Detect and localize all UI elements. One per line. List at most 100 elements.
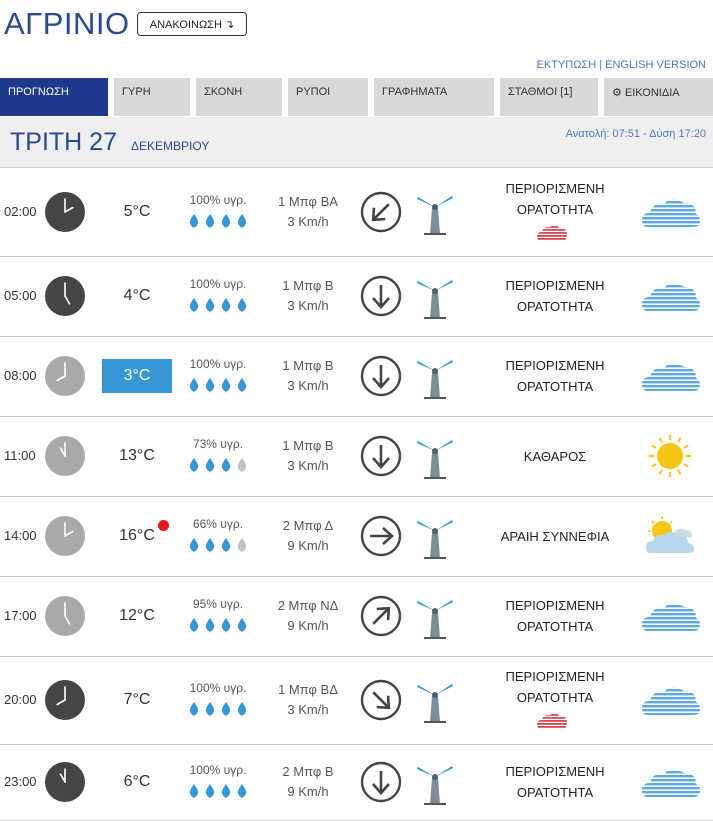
wind-turbine-icon bbox=[412, 354, 458, 402]
tab-graphs[interactable]: ΓΡΑΦΗΜΑΤΑ bbox=[374, 78, 494, 116]
sky-condition: ΠΕΡΙΟΡΙΣΜΕΝΗ ΟΡΑΤΟΤΗΤΑ bbox=[470, 355, 640, 397]
top-links: ΕΚΤΥΠΩΣΗ | ENGLISH VERSION bbox=[537, 59, 706, 71]
wind-speed: 3 Km/h bbox=[287, 702, 329, 717]
clock-icon bbox=[44, 595, 86, 637]
forecast-time: 08:00 bbox=[4, 368, 37, 383]
wind-force: 1 Μπφ ΒΑ bbox=[278, 194, 338, 209]
forecast-time: 14:00 bbox=[4, 528, 37, 543]
temperature: 4°C bbox=[123, 287, 151, 304]
sky-condition: ΠΕΡΙΟΡΙΣΜΕΝΗ ΟΡΑΤΟΤΗΤΑ bbox=[470, 761, 640, 803]
sky-line: ΚΑΘΑΡΟΣ bbox=[523, 449, 587, 464]
wind-speed: 3 Km/h bbox=[287, 458, 329, 473]
arrow-down-left-icon bbox=[359, 190, 403, 234]
forecast-row: 23:00 6°C 100% υγρ. 2 Μπφ Β 9 Km/h ΠΕΡΙΟΡΙΣΜΕ… bbox=[0, 744, 713, 821]
tab-label: ΓΥΡΗ bbox=[122, 86, 151, 98]
wind-turbine-icon bbox=[412, 190, 458, 238]
alert-dot-icon bbox=[158, 520, 169, 531]
tab-stations[interactable]: ΣΤΑΘΜΟΙ [1] bbox=[500, 78, 598, 116]
print-link[interactable]: ΕΚΤΥΠΩΣΗ bbox=[537, 59, 597, 71]
wind-speed: 9 Km/h bbox=[287, 618, 329, 633]
wind-force: 1 Μπφ Β bbox=[282, 278, 334, 293]
english-version-link[interactable]: ENGLISH VERSION bbox=[605, 59, 706, 71]
clock-icon bbox=[44, 435, 86, 477]
sky-line: ΟΡΑΤΟΤΗΤΑ bbox=[516, 299, 594, 314]
sky-line: ΠΕΡΙΟΡΙΣΜΕΝΗ bbox=[505, 278, 605, 293]
wind-info: 1 Μπφ Β 3 Km/h bbox=[268, 276, 348, 316]
wind-turbine-icon bbox=[412, 274, 458, 322]
announcement-button[interactable]: ΑΝΑΚΟΙΝΩΣΗ ↴ bbox=[137, 12, 247, 36]
tab-pollutants[interactable]: ΡΥΠΟΙ bbox=[288, 78, 368, 116]
day-name: ΤΡΙΤΗ 27 bbox=[10, 128, 117, 156]
wind-info: 1 Μπφ Β 3 Km/h bbox=[268, 356, 348, 396]
arrow-down-right-icon bbox=[359, 678, 403, 722]
wind-turbine-icon bbox=[412, 760, 458, 808]
humidity-drops-icon bbox=[187, 701, 251, 717]
sky-condition: ΚΑΘΑΡΟΣ bbox=[470, 446, 640, 467]
wind-turbine-icon bbox=[412, 514, 458, 562]
sky-line: ΟΡΑΤΟΤΗΤΑ bbox=[516, 785, 594, 800]
humidity: 66% υγρ. bbox=[192, 517, 244, 531]
temperature: 7°C bbox=[123, 691, 151, 708]
sky-line: ΟΡΑΤΟΤΗΤΑ bbox=[516, 619, 594, 634]
forecast-row: 17:00 12°C 95% υγρ. 2 Μπφ ΝΔ 9 Km/h ΠΕΡΙΟΡΙΣΜ… bbox=[0, 576, 713, 657]
humidity: 100% υγρ. bbox=[189, 357, 247, 371]
fog-icon bbox=[640, 273, 700, 319]
city-title: ΑΓΡΙΝΙΟ bbox=[4, 6, 130, 41]
temperature: 3°C bbox=[102, 359, 172, 393]
forecast-row: 11:00 13°C 73% υγρ. 1 Μπφ Β 3 Km/h ΚΑΘΑΡΟΣ bbox=[0, 416, 713, 497]
sky-line: ΠΕΡΙΟΡΙΣΜΕΝΗ bbox=[505, 358, 605, 373]
humidity: 100% υγρ. bbox=[189, 763, 247, 777]
wind-info: 1 Μπφ ΒΔ 3 Km/h bbox=[268, 680, 348, 720]
sky-condition: ΠΕΡΙΟΡΙΣΜΕΝΗ ΟΡΑΤΟΤΗΤΑ bbox=[470, 275, 640, 317]
wind-speed: 3 Km/h bbox=[287, 214, 329, 229]
sky-condition: ΠΕΡΙΟΡΙΣΜΕΝΗ ΟΡΑΤΟΤΗΤΑ bbox=[470, 178, 640, 220]
forecast-row: 08:00 3°C 100% υγρ. 1 Μπφ Β 3 Km/h ΠΕΡΙΟΡΙΣΜΕ… bbox=[0, 336, 713, 417]
forecast-time: 05:00 bbox=[4, 288, 37, 303]
tab-pollen[interactable]: ΓΥΡΗ bbox=[114, 78, 190, 116]
fog-icon bbox=[640, 189, 700, 235]
tab-icons[interactable]: ⚙ ΕΙΚΟΝΙΔΙΑ bbox=[604, 78, 713, 116]
fog-icon bbox=[640, 353, 700, 399]
fog-icon bbox=[640, 593, 700, 639]
tab-label: ΡΥΠΟΙ bbox=[296, 86, 331, 98]
wind-force: 2 Μπφ ΝΔ bbox=[277, 598, 339, 613]
sky-condition: ΑΡΑΙΗ ΣΥΝΝΕΦΙΑ bbox=[470, 526, 640, 547]
temperature: 6°C bbox=[123, 773, 151, 790]
sky-line: ΠΕΡΙΟΡΙΣΜΕΝΗ bbox=[505, 181, 605, 196]
sky-line: ΟΡΑΤΟΤΗΤΑ bbox=[516, 202, 594, 217]
wind-turbine-icon bbox=[412, 594, 458, 642]
temperature: 12°C bbox=[119, 607, 155, 624]
clock-icon bbox=[44, 275, 86, 317]
tab-label: ΣΤΑΘΜΟΙ [1] bbox=[508, 86, 573, 98]
humidity-drops-icon bbox=[187, 617, 251, 633]
wind-force: 1 Μπφ ΒΔ bbox=[278, 682, 338, 697]
day-header: ΤΡΙΤΗ 27 ΔΕΚΕΜΒΡΙΟΥ Ανατολή: 07:51 - Δύσ… bbox=[0, 117, 713, 168]
arrow-right-icon bbox=[359, 514, 403, 558]
tab-label: ΣΚΟΝΗ bbox=[204, 86, 243, 98]
humidity-drops-icon bbox=[187, 297, 251, 313]
sky-line: ΟΡΑΤΟΤΗΤΑ bbox=[516, 690, 594, 705]
arrow-down-icon bbox=[359, 354, 403, 398]
fog-icon bbox=[640, 759, 700, 805]
clock-icon bbox=[44, 761, 86, 803]
forecast-time: 02:00 bbox=[4, 204, 37, 219]
humidity-drops-icon bbox=[187, 783, 251, 799]
sky-line: ΟΡΑΤΟΤΗΤΑ bbox=[516, 379, 594, 394]
link-separator: | bbox=[599, 59, 603, 71]
humidity: 95% υγρ. bbox=[192, 597, 244, 611]
arrow-down-icon bbox=[359, 760, 403, 804]
forecast-row: 05:00 4°C 100% υγρ. 1 Μπφ Β 3 Km/h ΠΕΡΙΟΡΙΣΜΕ… bbox=[0, 256, 713, 337]
forecast-row: 02:00 5°C 100% υγρ. 1 Μπφ ΒΑ 3 Km/h ΠΕΡΙΟΡΙΣΜ… bbox=[0, 168, 713, 257]
clock-icon bbox=[44, 515, 86, 557]
tab-dust[interactable]: ΣΚΟΝΗ bbox=[196, 78, 282, 116]
warning-cloud-icon bbox=[537, 712, 567, 730]
sunrise-sunset: Ανατολή: 07:51 - Δύση 17:20 bbox=[565, 128, 706, 140]
humidity: 100% υγρ. bbox=[189, 681, 247, 695]
humidity: 100% υγρ. bbox=[189, 277, 247, 291]
wind-force: 2 Μπφ Β bbox=[282, 764, 334, 779]
day-month: ΔΕΚΕΜΒΡΙΟΥ bbox=[131, 139, 210, 153]
arrow-up-right-icon bbox=[359, 594, 403, 638]
tab-label: ΓΡΑΦΗΜΑΤΑ bbox=[382, 86, 448, 98]
tab-forecast[interactable]: ΠΡΟΓΝΩΣΗ bbox=[0, 78, 108, 116]
arrow-down-icon bbox=[359, 434, 403, 478]
